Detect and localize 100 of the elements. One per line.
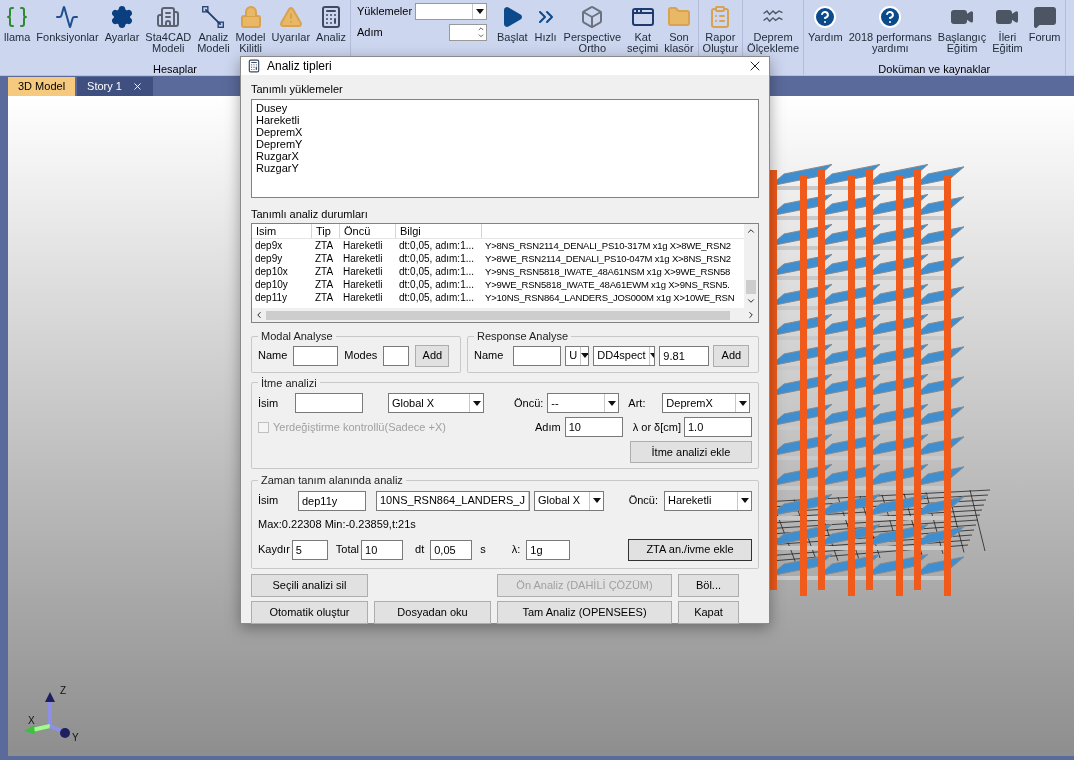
- list-item[interactable]: Hareketli: [256, 113, 754, 126]
- table-cell-text: Hareketli: [342, 291, 384, 304]
- lock-icon: [238, 5, 263, 29]
- ribbon-button[interactable]: Yardım: [806, 2, 845, 43]
- ribbon-button[interactable]: Forum: [1026, 2, 1063, 43]
- add-button[interactable]: Add: [713, 344, 750, 367]
- vertical-scrollbar[interactable]: [744, 224, 758, 308]
- column-header[interactable]: Isim: [252, 224, 312, 238]
- ribbon-button[interactable]: Hızlı: [531, 2, 560, 43]
- chat-icon: [1032, 5, 1057, 29]
- section-label: Tanımlı yüklemeler: [251, 82, 344, 97]
- field-label: İsim: [258, 493, 280, 509]
- name-field[interactable]: [293, 345, 339, 366]
- add-time-history-button[interactable]: ZTA an./ivme ekle: [628, 538, 752, 561]
- ribbon-button[interactable]: Analiz Modeli: [195, 2, 232, 54]
- name-field[interactable]: [513, 345, 562, 366]
- dialog-button[interactable]: Tam Analiz (OPENSEES): [497, 600, 672, 624]
- horizontal-scrollbar[interactable]: [252, 308, 758, 322]
- ribbon-button[interactable]: Rapor Oluştur: [700, 2, 741, 54]
- field-label: Name: [258, 348, 288, 364]
- table-cell-text: dt:0,05, adım:1...: [398, 252, 476, 265]
- field-label: Öncü:: [628, 493, 658, 509]
- direction-dropdown[interactable]: Global X: [388, 393, 484, 413]
- list-item[interactable]: RuzgarX: [256, 149, 754, 162]
- ribbon-button[interactable]: Analiz: [314, 2, 349, 43]
- ribbon-button[interactable]: Deprem Ölçekleme: [745, 2, 802, 54]
- scale-field[interactable]: 1g: [526, 539, 571, 560]
- caret-icon: [737, 491, 751, 510]
- spectrum-dropdown[interactable]: DD4spect: [593, 345, 656, 366]
- ribbon-button[interactable]: Son klasör: [662, 2, 696, 54]
- add-button[interactable]: Add: [415, 344, 450, 367]
- ribbon-button[interactable]: Perspective Ortho: [561, 2, 624, 54]
- table-cell-text: dep11y: [254, 291, 289, 304]
- unit-dropdown[interactable]: U: [565, 345, 590, 366]
- table-cell-text: Y>9WE_RSN5818_IWATE_48A61EWM x1g X>9NS_RSN5.: [484, 278, 731, 291]
- dialog-button[interactable]: Kapat: [678, 600, 739, 624]
- factor-field[interactable]: 9.81: [659, 345, 710, 366]
- ribbon-button[interactable]: 2018 performans yardımı: [846, 2, 934, 54]
- building-icon: [156, 5, 181, 29]
- field-label: s: [480, 542, 486, 558]
- list-item[interactable]: Dusey: [256, 101, 754, 114]
- scroll-down-icon[interactable]: [746, 296, 756, 306]
- step-spinner[interactable]: [449, 23, 488, 41]
- ribbon-button[interactable]: Ayarlar: [102, 2, 142, 43]
- dialog-button[interactable]: Dosyadan oku: [374, 600, 491, 624]
- column-header[interactable]: Bilgi: [396, 224, 482, 238]
- name-field[interactable]: [295, 393, 363, 413]
- precursor-dropdown[interactable]: --: [547, 393, 620, 413]
- table-cell-text: dt:0,05, adım:1...: [398, 239, 476, 252]
- ribbon-button[interactable]: llama: [2, 2, 33, 43]
- axis-triad-drawing: Z X Y: [20, 686, 80, 742]
- calculator-icon: [247, 59, 261, 73]
- scroll-up-icon[interactable]: [746, 226, 756, 236]
- shift-field[interactable]: 5: [291, 539, 328, 560]
- name-field[interactable]: dep11y: [298, 490, 366, 511]
- list-item[interactable]: DepremX: [256, 125, 754, 138]
- ribbon-button[interactable]: Fonksiyonlar: [34, 2, 101, 43]
- group-title: Modal Analyse: [260, 329, 334, 344]
- table-cell-text: ZTA: [314, 278, 335, 291]
- dialog-button[interactable]: Seçili analizi sil: [251, 573, 368, 597]
- table-cell-text: Y>9NS_RSN5818_IWATE_48A61NSM x1g X>9WE_RSN58: [484, 265, 732, 278]
- document-tab[interactable]: 3D Model: [8, 77, 76, 96]
- close-icon[interactable]: [131, 81, 143, 92]
- steps-field[interactable]: 10: [564, 417, 623, 437]
- ribbon-button[interactable]: Sta4CAD Modeli: [143, 2, 194, 54]
- ribbon-button[interactable]: Uyarılar: [269, 2, 313, 43]
- list-item[interactable]: DepremY: [256, 137, 754, 150]
- field-label: Adım: [357, 24, 384, 40]
- total-field[interactable]: 10: [361, 539, 404, 560]
- cube-icon: [580, 5, 605, 29]
- add-pushover-button[interactable]: İtme analizi ekle: [630, 441, 752, 463]
- table-cell-text: dep10x: [254, 265, 289, 278]
- dt-field[interactable]: 0,05: [430, 539, 473, 560]
- scroll-thumb[interactable]: [746, 280, 756, 294]
- column-header[interactable]: Tip: [312, 224, 340, 238]
- ribbon-button[interactable]: Başlat: [495, 2, 530, 43]
- direction-dropdown[interactable]: Global X: [534, 490, 604, 511]
- dialog-button[interactable]: Böl...: [678, 573, 739, 597]
- precursor-dropdown[interactable]: Hareketli: [664, 490, 752, 511]
- ribbon-button[interactable]: İleri Eğitim: [990, 2, 1025, 54]
- table-cell-text: dep9y: [254, 252, 284, 265]
- braces-icon: [5, 5, 30, 29]
- table-cell-text: dt:0,05, adım:1...: [398, 265, 476, 278]
- scroll-thumb[interactable]: [266, 310, 730, 320]
- ribbon-button[interactable]: Başlangıç Eğitim: [935, 2, 989, 54]
- dialog-button[interactable]: Otomatik oluştur: [251, 600, 368, 624]
- ribbon-button[interactable]: Model Kilitli: [233, 2, 268, 54]
- load-dropdown[interactable]: [415, 2, 488, 20]
- modes-field[interactable]: [383, 345, 410, 366]
- ribbon-button[interactable]: Kat seçimi: [625, 2, 661, 54]
- field-label: Öncü:: [514, 395, 544, 411]
- scroll-left-icon[interactable]: [254, 310, 264, 320]
- list-item[interactable]: RuzgarY: [256, 161, 754, 174]
- record-dropdown[interactable]: 10NS_RSN864_LANDERS_J: [376, 490, 530, 511]
- load-dropdown[interactable]: DepremX: [662, 393, 751, 413]
- column-header[interactable]: Öncü: [340, 224, 396, 238]
- lambda-field[interactable]: 1.0: [684, 417, 752, 437]
- record-info: Max:0.22308 Min:-0.23859,t:21s: [258, 517, 416, 533]
- document-tab[interactable]: Story 1: [77, 77, 153, 96]
- scroll-right-icon[interactable]: [746, 310, 756, 320]
